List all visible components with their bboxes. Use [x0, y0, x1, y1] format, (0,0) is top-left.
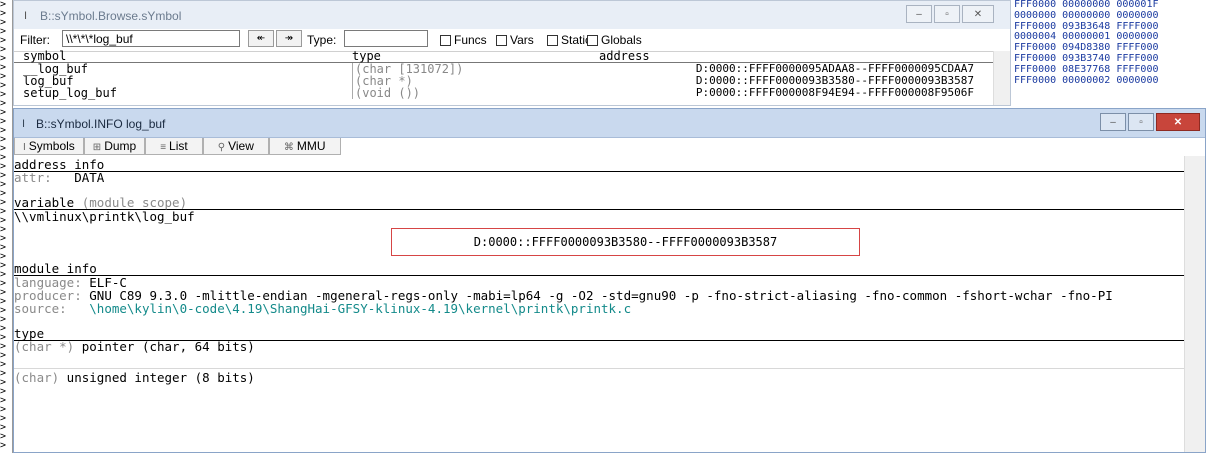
attr-line: attr: DATA [14, 171, 1186, 184]
type-label: Type: [307, 33, 337, 47]
info-window-title: B::sYmbol.INFO log_buf [36, 117, 166, 131]
attr-label: attr: [14, 170, 52, 185]
type-line-pointer: (char *) pointer (char, 64 bits) [14, 339, 255, 354]
symbol-browse-window: I B::sYmbol.Browse.sYmbol – ▫ ✕ Filter: … [13, 0, 1011, 106]
maximize-button[interactable]: ▫ [1128, 113, 1154, 131]
tab-view[interactable]: ⚲ View [202, 138, 269, 155]
type-input[interactable] [344, 30, 428, 47]
left-gutter: > > > > > > > > > > > > > > > > > > > > > > > > > > > > > > > > > > > > > > > >… [0, 0, 13, 453]
info-content: address info attr: DATA variable (module… [14, 156, 1186, 452]
info-title-bar: I B::sYmbol.INFO log_buf – ▫ ✕ [14, 109, 1205, 138]
attr-value: DATA [74, 170, 105, 185]
row-symbol: setup_log_buf [23, 86, 117, 100]
close-button[interactable]: ✕ [1156, 113, 1200, 131]
symbols-icon: I [23, 142, 26, 153]
dump-icon: ⊞ [92, 142, 102, 153]
globals-checkbox[interactable]: Globals [587, 33, 642, 47]
row-address: P:0000::FFFF000008F94E94--FFFF000008F950… [695, 86, 974, 99]
source-path-link[interactable]: \home\kylin\0-code\4.19\ShangHai-GFSY-kl… [89, 301, 631, 316]
close-button[interactable]: ✕ [962, 5, 994, 23]
address-info-heading: address info [14, 158, 1186, 172]
hex-row: 0000000 00000000 0000000 [1014, 9, 1159, 21]
info-i-icon: I [24, 10, 28, 22]
hex-dump-panel: FFF0000 00000000 000001F 0000000 00000000… [1012, 0, 1206, 106]
variable-scope: (module scope) [81, 195, 188, 210]
hex-row: FFF0000 08E37768 FFFF000 [1014, 63, 1159, 75]
gutter-chevron: > [0, 440, 7, 451]
info-scrollbar[interactable] [1184, 156, 1205, 452]
highlighted-address[interactable]: D:0000::FFFF0000093B3580--FFFF0000093B35… [391, 228, 860, 256]
vars-checkbox[interactable]: Vars [496, 33, 534, 47]
tab-dump[interactable]: ⊞ Dump [83, 138, 146, 155]
minimize-icon: – [1110, 116, 1116, 128]
arrow-left-icon: ↞ [256, 33, 266, 44]
info-tab-bar: I Symbols ⊞ Dump ≡ List ⚲ View ⌘ MMU [14, 138, 341, 156]
column-header-type[interactable]: type [352, 50, 381, 62]
source-line: source: \home\kylin\0-code\4.19\ShangHai… [14, 301, 632, 316]
minimize-button[interactable]: – [906, 5, 932, 23]
module-info-heading: module info [14, 262, 1186, 276]
browse-window-title: B::sYmbol.Browse.sYmbol [40, 9, 182, 23]
minimize-button[interactable]: – [1100, 113, 1126, 131]
arrow-right-icon: ↠ [284, 33, 294, 44]
funcs-checkbox[interactable]: Funcs [440, 33, 487, 47]
tab-list[interactable]: ≡ List [145, 138, 203, 155]
minimize-icon: – [916, 8, 922, 20]
list-icon: ≡ [160, 142, 167, 153]
symbol-table-body: __log_buf (char [131072]) D:0000::FFFF00… [14, 63, 994, 99]
info-i-icon: I [22, 118, 26, 130]
maximize-icon: ▫ [1139, 116, 1143, 128]
browse-title-bar: I B::sYmbol.Browse.sYmbol – ▫ ✕ [14, 1, 1010, 29]
filter-input[interactable]: \\*\*\*log_buf [62, 30, 240, 47]
column-header-symbol[interactable]: symbol [23, 50, 66, 62]
column-header-address[interactable]: address [599, 50, 650, 62]
maximize-icon: ▫ [945, 8, 949, 20]
find-prev-button[interactable]: ↞ [248, 30, 274, 47]
filter-label: Filter: [20, 33, 50, 47]
mmu-icon: ⌘ [283, 142, 294, 153]
browse-scrollbar[interactable] [993, 51, 1010, 105]
variable-path[interactable]: \\vmlinux\printk\log_buf [14, 210, 1186, 223]
tab-mmu[interactable]: ⌘ MMU [268, 138, 341, 155]
tab-symbols[interactable]: I Symbols [14, 138, 84, 155]
table-row[interactable]: setup_log_buf (void ()) P:0000::FFFF0000… [14, 87, 994, 99]
symbol-info-window: I B::sYmbol.INFO log_buf – ▫ ✕ I Symbols … [13, 108, 1206, 453]
maximize-button[interactable]: ▫ [934, 5, 960, 23]
hex-row: FFF0000 00000002 0000000 [1014, 74, 1159, 86]
browse-toolbar: Filter: \\*\*\*log_buf ↞ ↠ Type: Funcs V… [14, 29, 1010, 52]
close-icon: ✕ [1173, 116, 1183, 128]
find-next-button[interactable]: ↠ [276, 30, 302, 47]
view-icon: ⚲ [217, 142, 226, 153]
close-icon: ✕ [973, 8, 983, 20]
type-line-char: (char) unsigned integer (8 bits) [14, 368, 1186, 384]
row-type: (void ()) [352, 87, 420, 99]
variable-heading: variable (module scope) [14, 196, 1186, 210]
